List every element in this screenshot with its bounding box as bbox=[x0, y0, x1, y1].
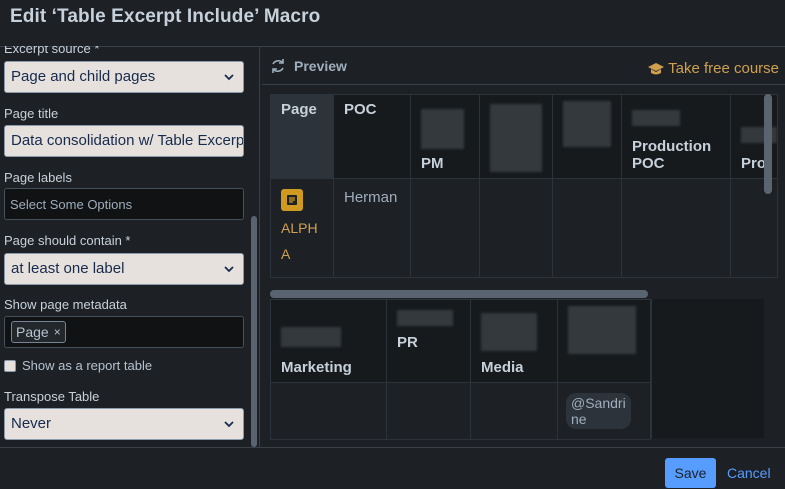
alpha-page-link[interactable]: ALPH A bbox=[281, 215, 323, 267]
page-title-input[interactable]: Data consolidation w/ Table Excerpt bbox=[4, 125, 244, 157]
save-button[interactable]: Save bbox=[665, 458, 716, 488]
page-contain-value: at least one label bbox=[11, 260, 125, 277]
table-cell bbox=[270, 382, 387, 440]
cell-page: ALPH A bbox=[270, 178, 334, 278]
cell-poc: Herman bbox=[333, 178, 411, 278]
panel-divider bbox=[259, 46, 260, 447]
header-pm: PM bbox=[410, 94, 480, 179]
transpose-select[interactable]: Never bbox=[4, 408, 244, 440]
form-panel: Excerpt source * Page and child pages Pa… bbox=[0, 46, 258, 447]
avatar bbox=[632, 110, 680, 126]
report-table-checkbox[interactable] bbox=[4, 359, 16, 372]
cell-mention: @Sandri ne bbox=[557, 382, 651, 440]
preview-title: Preview bbox=[294, 58, 347, 74]
transpose-value: Never bbox=[11, 415, 52, 432]
header-blurred bbox=[479, 94, 553, 179]
avatar bbox=[490, 104, 542, 172]
excerpt-source-label: Excerpt source * bbox=[4, 46, 100, 56]
page-title-label: Page title bbox=[4, 106, 59, 121]
page-contain-label: Page should contain * bbox=[4, 233, 131, 248]
report-table-label: Show as a report table bbox=[22, 358, 153, 373]
form-scrollbar[interactable] bbox=[251, 216, 257, 447]
refresh-icon[interactable] bbox=[270, 58, 286, 74]
header-production-poc: Production POC bbox=[621, 94, 731, 179]
avatar bbox=[397, 310, 453, 326]
page-labels-input[interactable]: Select Some Options bbox=[4, 188, 244, 220]
chevron-down-icon bbox=[224, 421, 234, 428]
avatar bbox=[568, 306, 636, 354]
table-cell bbox=[479, 178, 553, 278]
dialog-title: Edit ‘Table Excerpt Include’ Macro bbox=[10, 6, 321, 27]
header-blurred bbox=[557, 299, 651, 383]
take-course-label: Take free course bbox=[668, 60, 779, 77]
user-mention[interactable]: @Sandri ne bbox=[566, 393, 631, 429]
report-table-row[interactable]: Show as a report table bbox=[4, 358, 152, 373]
avatar bbox=[563, 101, 611, 147]
metadata-chip-label: Page bbox=[16, 324, 49, 340]
preview-empty-area bbox=[651, 299, 764, 438]
preview-table-1: Page POC PM Production POC Pro ALPH A He… bbox=[270, 94, 778, 278]
table-cell bbox=[410, 178, 480, 278]
table-cell bbox=[621, 178, 731, 278]
preview-table-2: Marketing PR Media @Sandri ne bbox=[270, 299, 651, 440]
chevron-down-icon bbox=[224, 266, 234, 273]
avatar bbox=[481, 313, 537, 351]
chevron-down-icon bbox=[224, 74, 234, 81]
header-blurred bbox=[552, 94, 622, 179]
header-poc: POC bbox=[333, 94, 411, 179]
table-cell bbox=[386, 382, 471, 440]
excerpt-source-value: Page and child pages bbox=[11, 68, 156, 85]
page-labels-label: Page labels bbox=[4, 170, 72, 185]
footer-divider bbox=[0, 447, 785, 448]
preview-vertical-scrollbar[interactable] bbox=[764, 94, 772, 194]
show-metadata-label: Show page metadata bbox=[4, 297, 127, 312]
preview-header: Preview bbox=[270, 58, 347, 74]
transpose-label: Transpose Table bbox=[4, 389, 100, 404]
excerpt-source-select[interactable]: Page and child pages bbox=[4, 61, 244, 93]
avatar bbox=[281, 327, 341, 347]
graduation-cap-icon bbox=[648, 62, 665, 74]
table-cell bbox=[730, 178, 778, 278]
header-pr: PR bbox=[386, 299, 471, 383]
page-contain-select[interactable]: at least one label bbox=[4, 253, 244, 285]
table-cell bbox=[552, 178, 622, 278]
preview-divider bbox=[262, 84, 785, 85]
preview-horizontal-scrollbar[interactable] bbox=[270, 290, 648, 298]
metadata-chip: Page × bbox=[11, 321, 66, 343]
chip-remove-icon[interactable]: × bbox=[54, 325, 61, 339]
avatar bbox=[421, 109, 464, 149]
show-metadata-input[interactable]: Page × bbox=[4, 316, 244, 348]
table-cell bbox=[470, 382, 558, 440]
header-media: Media bbox=[470, 299, 558, 383]
take-course-link[interactable]: Take free course bbox=[648, 60, 779, 77]
header-marketing: Marketing bbox=[270, 299, 387, 383]
header-page: Page bbox=[270, 94, 334, 179]
page-icon bbox=[281, 189, 303, 211]
cancel-button[interactable]: Cancel bbox=[727, 465, 771, 481]
